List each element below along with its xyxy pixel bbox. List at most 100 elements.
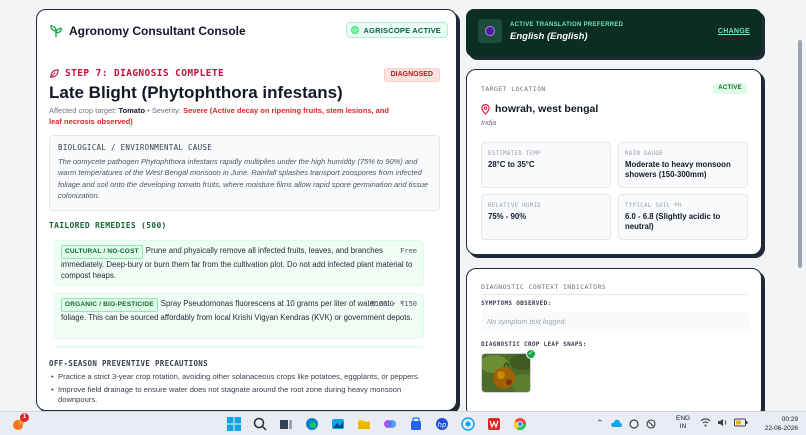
context-heading: DIAGNOSTIC CONTEXT INDICATORS xyxy=(481,283,607,291)
volume-icon xyxy=(718,419,727,426)
agriscope-status-chip: AGRISCOPE ACTIVE xyxy=(346,22,448,38)
page-scrollbar-thumb[interactable] xyxy=(798,40,802,268)
cause-title: BIOLOGICAL / ENVIRONMENTAL CAUSE xyxy=(58,143,213,152)
location-country: India xyxy=(481,120,497,127)
metric-label: RAIN GAUGE xyxy=(625,151,663,157)
metric-value: 75% - 90% xyxy=(488,212,527,221)
remedy-card-partial xyxy=(54,346,424,348)
metric-label: TYPICAL SOIL PH xyxy=(625,203,682,209)
remedies-scrollbar[interactable]: ▲ ▼ xyxy=(456,247,457,347)
step-label: STEP 7: DIAGNOSIS COMPLETE xyxy=(65,68,225,79)
remedy-tag: ORGANIC / BIO-PESTICIDE xyxy=(61,298,158,312)
target-location-card: TARGET LOCATION ACTIVE howrah, west beng… xyxy=(466,69,762,255)
copilot-icon[interactable] xyxy=(380,414,400,434)
lang-line-1: ENG xyxy=(676,415,691,422)
search-icon[interactable] xyxy=(250,414,270,434)
list-item: Improve field drainage to ensure water d… xyxy=(49,385,439,406)
edge-browser-icon[interactable] xyxy=(302,414,322,434)
offseason-title: OFF-SEASON PREVENTIVE PRECAUTIONS xyxy=(49,359,208,368)
cause-section: BIOLOGICAL / ENVIRONMENTAL CAUSE The oom… xyxy=(49,135,440,211)
divider xyxy=(481,294,747,295)
list-item: Practice a strict 3-year crop rotation, … xyxy=(49,372,439,383)
app-title: Agronomy Consultant Console xyxy=(69,24,246,38)
translation-caption: ACTIVE TRANSLATION PREFERRED xyxy=(510,22,624,28)
remedies-title: TAILORED REMEDIES (500) xyxy=(49,221,167,230)
support-app-icon[interactable] xyxy=(458,414,478,434)
svg-text:hp: hp xyxy=(438,421,447,429)
leaf-snap-thumbnail[interactable] xyxy=(481,353,531,393)
location-heading: TARGET LOCATION xyxy=(481,85,546,93)
diagnosed-badge: DIAGNOSED xyxy=(383,68,440,82)
metric-relative-humid: RELATIVE HUMID 75% - 90% xyxy=(481,194,611,240)
location-name-row: howrah, west bengal xyxy=(481,103,598,115)
snaps-label: DIAGNOSTIC CROP LEAF SNAPS: xyxy=(481,341,587,348)
remedy-card: ORGANIC / BIO-PESTICIDE Spray Pseudomonas… xyxy=(54,293,424,339)
metric-label: ESTIMATED TEMP xyxy=(488,151,542,157)
clock-time: 00:29 xyxy=(781,416,798,423)
system-tray: ⌃ xyxy=(596,418,656,429)
lang-line-2: IN xyxy=(679,423,687,430)
metric-value: 6.0 - 6.8 (Slightly acidic to neutral) xyxy=(625,212,721,231)
symptoms-text: No symptom text logged. xyxy=(481,312,749,331)
leaf-icon xyxy=(50,69,59,78)
wifi-icon xyxy=(700,418,711,427)
diagnostic-context-card: DIAGNOSTIC CONTEXT INDICATORS SYMPTOMS O… xyxy=(466,268,762,418)
chrome-browser-icon[interactable] xyxy=(510,414,530,434)
crop-name: Tomato xyxy=(118,106,146,115)
file-explorer-icon[interactable] xyxy=(354,414,374,434)
disabled-icon[interactable] xyxy=(645,418,656,429)
crop-prefix: Affected crop target: xyxy=(49,106,117,115)
metric-rain-gauge: RAIN GAUGE Moderate to heavy monsoon sho… xyxy=(618,142,748,188)
scroll-up-icon[interactable]: ▲ xyxy=(456,247,457,253)
sync-icon[interactable] xyxy=(628,418,639,429)
remedy-cost: ₹100 - ₹150 xyxy=(370,300,417,308)
symptoms-label: SYMPTOMS OBSERVED: xyxy=(481,300,552,307)
metric-value: 28°C to 35°C xyxy=(488,160,535,169)
panel-header: Agronomy Consultant Console AGRISCOPE AC… xyxy=(49,22,448,44)
translation-bar: ACTIVE TRANSLATION PREFERRED English (En… xyxy=(466,9,762,57)
scroll-down-icon[interactable]: ▼ xyxy=(456,341,457,347)
system-status-icons[interactable] xyxy=(700,418,748,427)
metric-label: RELATIVE HUMID xyxy=(488,203,542,209)
sprout-icon xyxy=(50,25,62,38)
change-language-link[interactable]: CHANGE xyxy=(718,28,750,35)
severity-prefix: • Severity: xyxy=(147,106,182,115)
remedies-list[interactable]: CULTURAL / NO-COST Prune and physically r… xyxy=(49,236,456,348)
battery-icon xyxy=(734,418,748,427)
status-dot-icon xyxy=(351,26,360,34)
remedy-card: CULTURAL / NO-COST Prune and physically r… xyxy=(54,240,424,286)
onedrive-icon[interactable] xyxy=(610,419,622,428)
metric-soil-ph: TYPICAL SOIL PH 6.0 - 6.8 (Slightly acid… xyxy=(618,194,748,240)
checkmark-icon: ✓ xyxy=(526,349,536,359)
windows-taskbar: 1 hp ⌃ ENG IN 00:29 22-06-2026 xyxy=(0,411,806,435)
step-indicator: STEP 7: DIAGNOSIS COMPLETE xyxy=(49,68,224,79)
status-chip-label: AGRISCOPE ACTIVE xyxy=(363,25,441,35)
page-scrollbar[interactable] xyxy=(797,40,803,270)
map-pin-icon xyxy=(481,103,490,115)
crop-meta: Affected crop target: Tomato • Severity:… xyxy=(49,105,389,127)
metric-value: Moderate to heavy monsoon showers (150-3… xyxy=(625,160,731,179)
chevron-up-icon[interactable]: ⌃ xyxy=(596,418,604,429)
wps-office-icon[interactable] xyxy=(484,414,504,434)
input-language[interactable]: ENG IN xyxy=(676,415,690,431)
clock-date: 22-06-2026 xyxy=(764,425,798,432)
location-name: howrah, west bengal xyxy=(495,103,599,115)
taskbar-clock[interactable]: 00:29 22-06-2026 xyxy=(765,415,798,433)
diagnosis-panel: Agronomy Consultant Console AGRISCOPE AC… xyxy=(36,9,457,411)
task-view-icon[interactable] xyxy=(276,414,296,434)
hp-app-icon[interactable]: hp xyxy=(432,414,452,434)
language-icon xyxy=(478,19,502,43)
notification-count-badge: 1 xyxy=(20,413,29,422)
taskbar-apps: hp xyxy=(224,414,530,434)
disease-title: Late Blight (Phytophthora infestans) xyxy=(49,83,343,102)
translation-language: English (English) xyxy=(510,31,588,42)
store-app-icon[interactable] xyxy=(406,414,426,434)
remedy-tag: CULTURAL / NO-COST xyxy=(61,245,143,259)
photos-app-icon[interactable] xyxy=(328,414,348,434)
cause-text: The oomycete pathogen Phytophthora infes… xyxy=(58,157,429,200)
remedy-cost: Free xyxy=(400,247,417,255)
location-status-badge: ACTIVE xyxy=(713,83,747,94)
offseason-list: Practice a strict 3-year crop rotation, … xyxy=(49,372,439,408)
start-windows-icon[interactable] xyxy=(224,414,244,434)
metric-estimated-temp: ESTIMATED TEMP 28°C to 35°C xyxy=(481,142,611,188)
